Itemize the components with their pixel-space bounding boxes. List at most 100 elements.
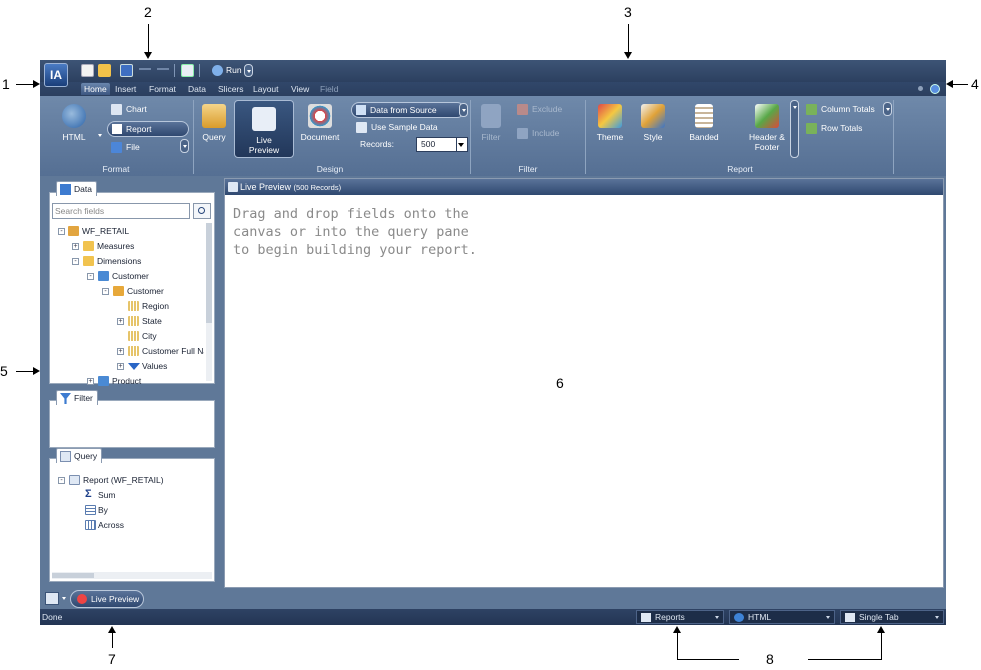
callout-8-vertical-right <box>881 630 882 659</box>
data-panel: Search fields - WF_RETAIL + Measures - D… <box>49 192 215 386</box>
collapse-icon[interactable]: - <box>58 228 65 235</box>
data-panel-tab[interactable]: Data <box>56 181 97 196</box>
use-sample-data-button[interactable]: Use Sample Data <box>355 120 438 134</box>
chart-button[interactable]: Chart <box>110 102 147 116</box>
canvas-records: (500 Records) <box>293 183 342 192</box>
theme-icon <box>598 104 622 128</box>
run-icon[interactable] <box>212 65 223 76</box>
format-group-dropdown[interactable] <box>180 139 189 153</box>
column-totals-dropdown[interactable] <box>883 102 892 116</box>
callout-3: 3 <box>624 4 632 20</box>
new-icon[interactable] <box>81 64 94 77</box>
style-button[interactable]: Style <box>638 104 668 142</box>
undo-icon[interactable] <box>139 68 151 70</box>
toolbar-separator <box>199 64 200 77</box>
tab-mode-selector[interactable]: Single Tab <box>840 610 944 624</box>
query-item-by[interactable]: By <box>98 503 108 517</box>
row-totals-button[interactable]: Row Totals <box>805 121 862 135</box>
tree-item-region[interactable]: Region <box>142 299 169 313</box>
query-panel: - Report (WF_RETAIL) Σ Sum By Across <box>49 458 215 582</box>
tab-insert[interactable]: Insert <box>112 83 139 95</box>
callout-5: 5 <box>0 363 8 379</box>
report-icon <box>112 124 122 134</box>
redo-icon[interactable] <box>157 68 169 70</box>
data-tree-scrollbar[interactable] <box>206 223 212 381</box>
expand-icon[interactable]: + <box>117 348 124 355</box>
query-scrollbar[interactable] <box>52 572 212 579</box>
preview-icon[interactable] <box>181 64 194 77</box>
run-button-label[interactable]: Run <box>226 64 242 77</box>
report-group-dropdown[interactable] <box>790 100 799 158</box>
collapse-icon[interactable]: - <box>87 273 94 280</box>
query-item-sum[interactable]: Sum <box>98 488 115 502</box>
document-label: Document <box>300 132 340 142</box>
collapse-icon[interactable]: - <box>72 258 79 265</box>
output-window-dropdown[interactable] <box>62 597 66 600</box>
tab-mode-icon <box>845 613 855 622</box>
tab-layout[interactable]: Layout <box>250 83 282 95</box>
query-button[interactable]: Query <box>198 104 230 142</box>
search-input[interactable]: Search fields <box>52 203 190 219</box>
tree-item-dimensions[interactable]: Dimensions <box>97 254 141 268</box>
column-totals-button[interactable]: Column Totals <box>805 102 875 116</box>
tree-item-customer-hierarchy[interactable]: Customer <box>127 284 164 298</box>
tab-mode-label: Single Tab <box>859 612 899 622</box>
expand-icon[interactable]: + <box>117 318 124 325</box>
filter-button[interactable]: Filter <box>476 104 506 142</box>
tree-item-measures[interactable]: Measures <box>97 239 134 253</box>
report-canvas[interactable]: Live Preview (500 Records) Drag and drop… <box>224 178 944 588</box>
run-dropdown[interactable] <box>244 64 253 77</box>
include-button[interactable]: Include <box>516 126 559 140</box>
tab-field[interactable]: Field <box>317 83 341 95</box>
callout-6: 6 <box>556 375 564 391</box>
expand-icon[interactable]: + <box>117 363 124 370</box>
include-icon <box>517 128 528 139</box>
tree-item-product[interactable]: Product <box>112 374 141 388</box>
tree-item-wf-retail[interactable]: WF_RETAIL <box>82 224 129 238</box>
tab-home[interactable]: Home <box>81 83 110 95</box>
exclude-button[interactable]: Exclude <box>516 102 562 116</box>
tab-slicers[interactable]: Slicers <box>215 83 247 95</box>
html-dropdown-arrow[interactable] <box>98 134 102 137</box>
query-item-across[interactable]: Across <box>98 518 124 532</box>
query-panel-tab[interactable]: Query <box>56 448 103 463</box>
tree-item-customer-dimension[interactable]: Customer <box>112 269 149 283</box>
tree-item-customer-full-name[interactable]: Customer Full Na <box>142 344 204 358</box>
scrollbar-thumb[interactable] <box>52 573 94 578</box>
data-source-dropdown[interactable] <box>459 103 468 117</box>
records-select[interactable]: 500 <box>416 137 468 152</box>
exclude-icon <box>517 104 528 115</box>
tab-format[interactable]: Format <box>146 83 179 95</box>
tree-item-city[interactable]: City <box>142 329 157 343</box>
save-icon[interactable] <box>120 64 133 77</box>
collapse-icon[interactable]: - <box>58 477 65 484</box>
theme-button[interactable]: Theme <box>594 104 626 142</box>
app-logo[interactable]: IA <box>44 63 68 87</box>
header-footer-button[interactable]: Header & Footer <box>744 104 790 152</box>
scrollbar-thumb[interactable] <box>206 223 212 323</box>
collapse-icon[interactable]: - <box>102 288 109 295</box>
expand-icon[interactable]: + <box>72 243 79 250</box>
output-window-icon[interactable] <box>45 592 59 605</box>
expand-icon[interactable]: + <box>87 378 94 385</box>
document-button[interactable]: Document <box>298 104 342 142</box>
search-button[interactable] <box>193 203 211 219</box>
filter-panel-tab[interactable]: Filter <box>56 390 98 405</box>
tree-item-values[interactable]: Values <box>142 359 167 373</box>
tab-view[interactable]: View <box>288 83 312 95</box>
output-format-selector[interactable]: HTML <box>729 610 835 624</box>
live-preview-button[interactable]: Live Preview <box>234 100 294 158</box>
help-icon[interactable] <box>930 84 940 94</box>
tab-data[interactable]: Data <box>185 83 209 95</box>
tree-item-state[interactable]: State <box>142 314 162 328</box>
html-button[interactable]: HTML <box>54 104 94 142</box>
minimize-ribbon-icon[interactable] <box>918 86 923 91</box>
report-button[interactable]: Report <box>107 121 189 137</box>
query-item-report[interactable]: Report (WF_RETAIL) <box>83 473 164 487</box>
banded-button[interactable]: Banded <box>684 104 724 142</box>
data-from-source-button[interactable]: Data from Source <box>351 102 465 118</box>
reports-selector[interactable]: Reports <box>636 610 724 624</box>
open-folder-icon[interactable] <box>98 64 111 77</box>
file-button[interactable]: File <box>110 140 140 154</box>
live-preview-output-tab[interactable]: Live Preview <box>70 590 144 608</box>
